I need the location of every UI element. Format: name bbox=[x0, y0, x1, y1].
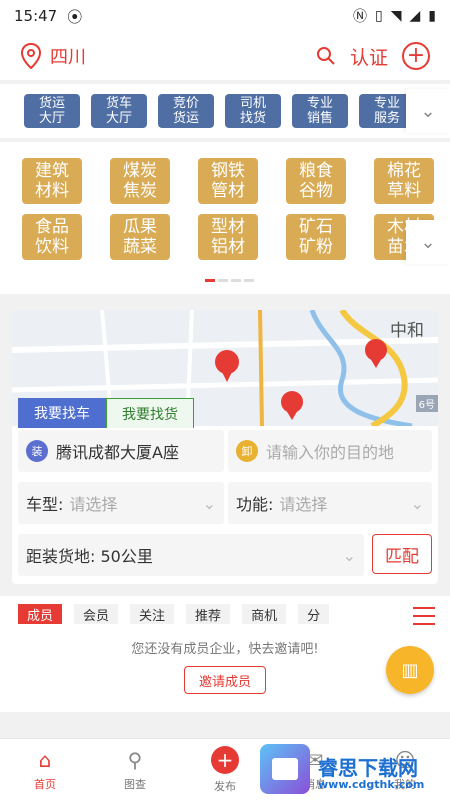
battery-icon: ▮ bbox=[428, 8, 436, 24]
member-tab[interactable]: 成员 bbox=[18, 604, 63, 624]
search-tabs: 我要找车 我要找货 bbox=[18, 398, 194, 428]
location-status-icon: ⦿ bbox=[67, 7, 83, 26]
signal-icon: ◢ bbox=[409, 8, 421, 24]
nav-publish-label: 发布 bbox=[214, 779, 236, 793]
member-tab[interactable]: 推荐 bbox=[186, 604, 231, 624]
function-label: 功能: bbox=[236, 495, 274, 514]
status-bar: 15:47 ⦿ Ⓝ ▯ ◥ ◢ ▮ bbox=[0, 0, 450, 32]
page-dot bbox=[218, 279, 228, 282]
status-time: 15:47 bbox=[14, 7, 58, 25]
chart-fab-icon[interactable]: ▥ bbox=[386, 646, 434, 694]
goods-category-button[interactable]: 型材 铝材 bbox=[198, 214, 258, 260]
member-section: 成员 会员 关注 推荐 商机分 您还没有成员企业，快去邀请吧! 邀请成员 bbox=[0, 596, 450, 712]
page-dot bbox=[205, 279, 215, 282]
truck-marker-3[interactable] bbox=[281, 391, 303, 420]
nfc-icon: Ⓝ bbox=[353, 9, 367, 25]
menu-icon[interactable] bbox=[398, 596, 450, 636]
member-tab[interactable]: 会员 bbox=[74, 604, 119, 624]
publish-plus-icon: + bbox=[211, 745, 239, 774]
search-icon[interactable] bbox=[316, 46, 336, 66]
status-icons: Ⓝ ▯ ◥ ◢ ▮ bbox=[353, 6, 436, 26]
function-select[interactable]: 功能: 请选择 ⌄ bbox=[228, 482, 432, 524]
distance-value: 距装货地: 50公里 bbox=[26, 547, 153, 566]
nav-map-label: 图查 bbox=[124, 777, 146, 791]
goods-category-button[interactable]: 棉花 草料 bbox=[374, 158, 434, 204]
truck-marker-1[interactable] bbox=[215, 350, 239, 382]
goods-category-button[interactable]: 瓜果 蔬菜 bbox=[110, 214, 170, 260]
home-icon: ⌂ bbox=[38, 747, 52, 772]
vibrate-icon: ▯ bbox=[375, 8, 383, 24]
destination-placeholder: 请输入你的目的地 bbox=[266, 443, 395, 462]
category-button[interactable]: 竞价 货运 bbox=[158, 94, 214, 128]
nav-map[interactable]: ⚲ 图查 bbox=[90, 739, 180, 800]
wifi-icon: ◥ bbox=[390, 8, 402, 24]
top-header: 四川 认证 + bbox=[0, 32, 450, 80]
category-button[interactable]: 专业 销售 bbox=[292, 94, 348, 128]
page-indicator bbox=[205, 279, 254, 282]
chevron-down-icon: ⌄ bbox=[410, 493, 424, 513]
distance-select[interactable]: 距装货地: 50公里 ⌄ bbox=[18, 534, 364, 576]
chevron-down-icon: ⌄ bbox=[202, 493, 216, 513]
nav-home[interactable]: ⌂ 首页 bbox=[0, 739, 90, 800]
invite-member-button[interactable]: 邀请成员 bbox=[184, 666, 266, 694]
add-icon[interactable]: + bbox=[402, 42, 430, 70]
tab-find-goods[interactable]: 我要找货 bbox=[106, 398, 194, 428]
truck-type-placeholder: 请选择 bbox=[69, 495, 118, 514]
location-label: 四川 bbox=[50, 47, 86, 68]
watermark: 睿思下载网 www.cdgthk.com bbox=[248, 740, 448, 800]
category-button[interactable]: 司机 找货 bbox=[225, 94, 281, 128]
function-placeholder: 请选择 bbox=[279, 495, 328, 514]
page-dot bbox=[231, 279, 241, 282]
truck-type-label: 车型: bbox=[26, 495, 64, 514]
goods-panel: 建筑 材料 煤炭 焦炭 钢铁 管材 粮食 谷物 棉花 草料食品 饮料 瓜果 蔬菜 型材 铝材… bbox=[0, 142, 450, 294]
map-pin-icon: ⚲ bbox=[127, 747, 143, 772]
chevron-down-icon: ⌄ bbox=[420, 231, 436, 253]
goods-category-button[interactable]: 食品 饮料 bbox=[22, 214, 82, 260]
chevron-down-icon: ⌄ bbox=[420, 100, 436, 122]
member-tab[interactable]: 商机 bbox=[242, 604, 287, 624]
goods-category-button[interactable]: 粮食 谷物 bbox=[286, 158, 346, 204]
page-dot bbox=[244, 279, 254, 282]
expand-categories-button[interactable]: ⌄ bbox=[406, 89, 450, 133]
member-tab[interactable]: 关注 bbox=[130, 604, 175, 624]
destination-field[interactable]: 卸 请输入你的目的地 bbox=[228, 430, 432, 472]
tab-find-truck[interactable]: 我要找车 bbox=[18, 398, 106, 428]
chevron-down-icon: ⌄ bbox=[342, 545, 356, 565]
load-badge: 装 bbox=[26, 440, 48, 462]
category-button[interactable]: 货车 大厅 bbox=[91, 94, 147, 128]
origin-value: 腾讯成都大厦A座 bbox=[56, 443, 179, 462]
map-place-label: 中和 bbox=[390, 321, 424, 341]
category-bar: 货运 大厅 货车 大厅 竞价 货运 司机 找货 专业 销售 专业 服务 ⌄ bbox=[0, 84, 450, 138]
expand-goods-button[interactable]: ⌄ bbox=[406, 220, 450, 264]
member-empty-text: 您还没有成员企业，快去邀请吧! bbox=[131, 642, 319, 657]
freight-card: 中和 6号 我要找车 我要找货 装 腾讯成都大厦A座 卸 请输入你的目的地 车型… bbox=[12, 310, 438, 584]
goods-category-button[interactable]: 矿石 矿粉 bbox=[286, 214, 346, 260]
location-selector[interactable]: 四川 bbox=[20, 43, 86, 69]
certify-button[interactable]: 认证 bbox=[350, 43, 388, 70]
map-line-label: 6号 bbox=[415, 395, 438, 412]
truck-marker-2[interactable] bbox=[365, 339, 387, 368]
goods-category-button[interactable]: 钢铁 管材 bbox=[198, 158, 258, 204]
goods-category-button[interactable]: 煤炭 焦炭 bbox=[110, 158, 170, 204]
truck-type-select[interactable]: 车型: 请选择 ⌄ bbox=[18, 482, 224, 524]
goods-category-button[interactable]: 建筑 材料 bbox=[22, 158, 82, 204]
match-button[interactable]: 匹配 bbox=[372, 534, 432, 574]
nav-home-label: 首页 bbox=[34, 777, 56, 791]
origin-field[interactable]: 装 腾讯成都大厦A座 bbox=[18, 430, 224, 472]
category-button[interactable]: 货运 大厅 bbox=[24, 94, 80, 128]
member-tab[interactable]: 分 bbox=[298, 604, 330, 624]
unload-badge: 卸 bbox=[236, 440, 258, 462]
watermark-logo bbox=[260, 744, 310, 794]
watermark-url: www.cdgthk.com bbox=[318, 778, 425, 791]
watermark-name: 睿思下载网 bbox=[318, 756, 418, 780]
location-pin-icon bbox=[20, 43, 42, 69]
